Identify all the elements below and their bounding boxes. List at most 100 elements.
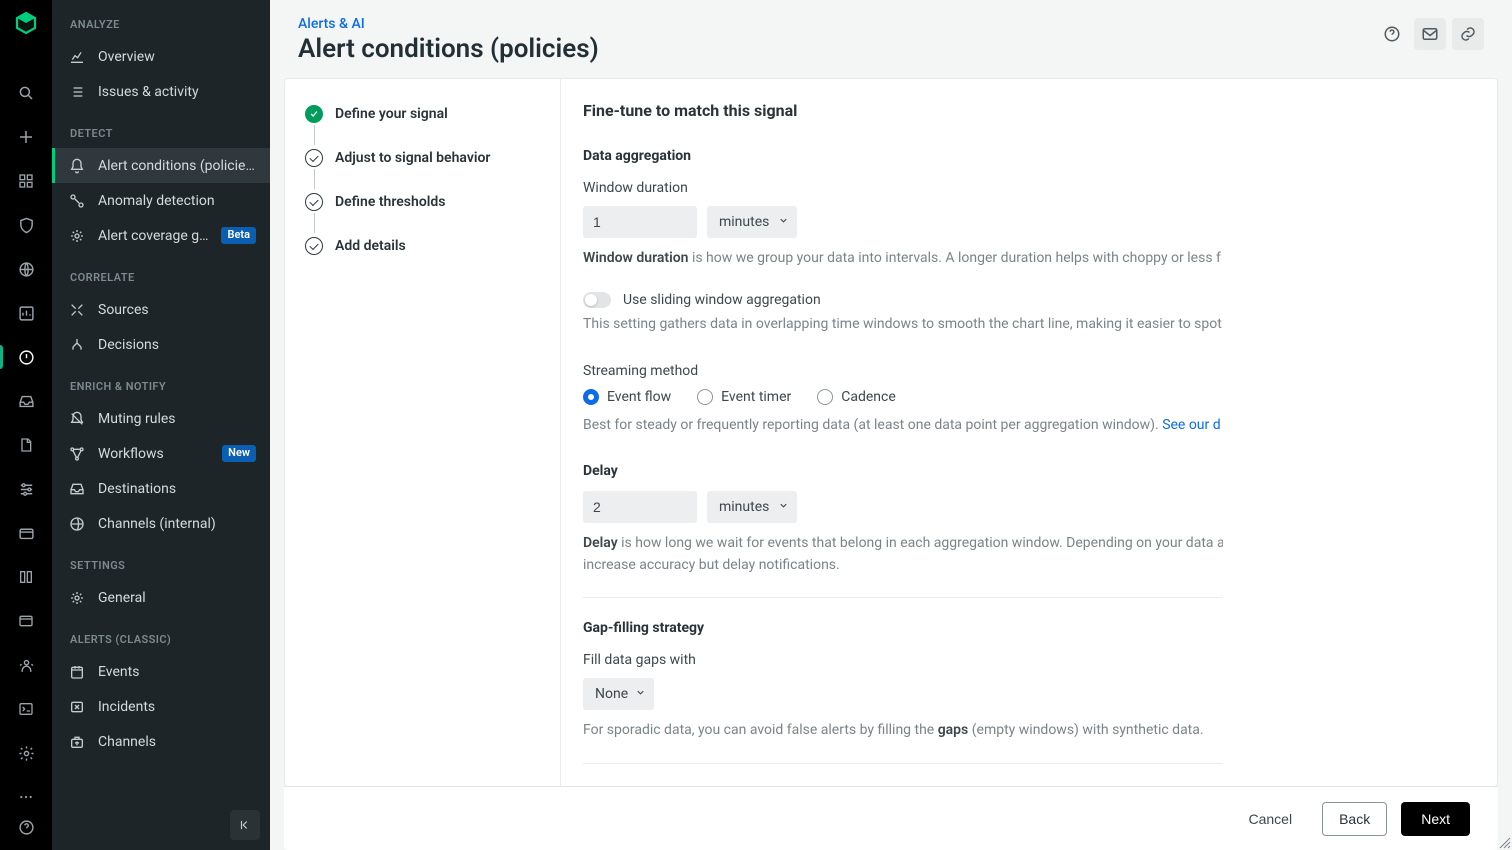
streaming-docs-link[interactable]: See our d <box>1162 417 1220 433</box>
help-streaming: Best for steady or frequently reporting … <box>583 415 1223 435</box>
nav-item-issues[interactable]: Issues & activity <box>52 74 270 109</box>
header-help-icon[interactable] <box>1376 18 1408 50</box>
nav-item-events[interactable]: Events <box>52 654 270 689</box>
new-badge: New <box>222 445 256 462</box>
more-icon[interactable] <box>8 782 44 812</box>
help-delay-2: increase accuracy but delay notification… <box>583 555 1223 575</box>
nav-section-classic: ALERTS (CLASSIC) <box>52 615 270 654</box>
nav-item-destinations[interactable]: Destinations <box>52 471 270 506</box>
global-icon-rail <box>0 0 52 850</box>
step-adjust-behavior[interactable]: Adjust to signal behavior <box>305 145 540 171</box>
label-window-duration: Window duration <box>583 180 1223 196</box>
radio-event-flow[interactable]: Event flow <box>583 389 671 405</box>
nav-section-detect: DETECT <box>52 109 270 148</box>
nav-item-alert-conditions[interactable]: Alert conditions (policies) <box>52 148 270 183</box>
wizard-steps: Define your signal Adjust to signal beha… <box>285 79 561 786</box>
nav-item-sources[interactable]: Sources <box>52 292 270 327</box>
search-icon[interactable] <box>8 78 44 108</box>
circle-check-outline-icon <box>305 237 323 255</box>
robot-icon[interactable] <box>8 650 44 680</box>
help-gap: For sporadic data, you can avoid false a… <box>583 720 1223 740</box>
nav-section-correlate: CORRELATE <box>52 253 270 292</box>
help-icon[interactable] <box>8 812 44 842</box>
workflow-icon <box>68 445 86 463</box>
form-title: Fine-tune to match this signal <box>583 101 1223 120</box>
label-fill-gaps: Fill data gaps with <box>583 652 1223 668</box>
panel-icon[interactable] <box>8 606 44 636</box>
alerts-icon[interactable] <box>8 342 44 372</box>
logo-icon[interactable] <box>8 8 44 38</box>
globe-icon <box>68 515 86 533</box>
gear-icon <box>68 589 86 607</box>
anomaly-icon <box>68 192 86 210</box>
step-define-signal[interactable]: Define your signal <box>305 101 540 127</box>
globe-icon[interactable] <box>8 254 44 284</box>
bell-icon <box>68 157 86 175</box>
inbox-icon[interactable] <box>8 386 44 416</box>
sliders-icon[interactable] <box>8 474 44 504</box>
side-navigation: ANALYZE Overview Issues & activity DETEC… <box>52 0 270 850</box>
radio-cadence[interactable]: Cadence <box>817 389 896 405</box>
plus-icon[interactable] <box>8 122 44 152</box>
gap-fill-select[interactable]: None <box>583 678 654 710</box>
section-delay: Delay <box>583 463 1223 479</box>
wizard-footer: Cancel Back Next <box>284 786 1498 850</box>
nav-item-overview[interactable]: Overview <box>52 39 270 74</box>
page-header: Alerts & AI Alert conditions (policies) <box>270 0 1512 78</box>
nav-item-coverage[interactable]: Alert coverage g…Beta <box>52 218 270 253</box>
collapse-sidenav-button[interactable] <box>230 810 260 840</box>
window-duration-input[interactable] <box>583 206 697 238</box>
help-window-duration: Window duration is how we group your dat… <box>583 248 1223 268</box>
check-circle-icon <box>305 105 323 123</box>
chevron-down-icon <box>778 214 789 230</box>
nav-item-incidents[interactable]: Incidents <box>52 689 270 724</box>
collapse-icon <box>68 301 86 319</box>
chevron-down-icon <box>778 499 789 515</box>
circle-check-outline-icon <box>305 149 323 167</box>
sliding-window-label: Use sliding window aggregation <box>623 292 821 308</box>
card-icon[interactable] <box>8 518 44 548</box>
window-duration-unit-select[interactable]: minutes <box>707 206 797 238</box>
breadcrumb[interactable]: Alerts & AI <box>298 16 599 32</box>
next-button[interactable]: Next <box>1401 802 1470 836</box>
incident-icon <box>68 698 86 716</box>
coverage-icon <box>68 227 86 245</box>
cancel-button[interactable]: Cancel <box>1232 802 1308 836</box>
export-icon <box>68 733 86 751</box>
circle-check-outline-icon <box>305 193 323 211</box>
help-sliding: This setting gathers data in overlapping… <box>583 314 1223 334</box>
sliding-window-toggle[interactable] <box>583 292 611 308</box>
nav-item-anomaly[interactable]: Anomaly detection <box>52 183 270 218</box>
delay-unit-select[interactable]: minutes <box>707 491 797 523</box>
step-add-details[interactable]: Add details <box>305 233 540 259</box>
nav-item-workflows[interactable]: WorkflowsNew <box>52 436 270 471</box>
section-data-aggregation: Data aggregation <box>583 148 1223 164</box>
delay-input[interactable] <box>583 491 697 523</box>
gear-icon[interactable] <box>8 738 44 768</box>
help-delay: Delay is how long we wait for events tha… <box>583 533 1223 553</box>
nav-item-channels[interactable]: Channels <box>52 724 270 759</box>
page-title: Alert conditions (policies) <box>298 34 599 64</box>
radio-event-timer[interactable]: Event timer <box>697 389 791 405</box>
terminal-icon[interactable] <box>8 694 44 724</box>
dashboard-icon[interactable] <box>8 298 44 328</box>
shield-icon[interactable] <box>8 210 44 240</box>
nav-section-settings: SETTINGS <box>52 541 270 580</box>
back-button[interactable]: Back <box>1322 802 1387 836</box>
branch-icon <box>68 336 86 354</box>
header-link-icon[interactable] <box>1452 18 1484 50</box>
nav-item-general[interactable]: General <box>52 580 270 615</box>
nav-item-channels-internal[interactable]: Channels (internal) <box>52 506 270 541</box>
document-icon[interactable] <box>8 430 44 460</box>
nav-section-analyze: ANALYZE <box>52 0 270 39</box>
header-mail-icon[interactable] <box>1414 18 1446 50</box>
apps-icon[interactable] <box>8 166 44 196</box>
calendar-icon <box>68 663 86 681</box>
nav-item-muting[interactable]: Muting rules <box>52 401 270 436</box>
step-define-thresholds[interactable]: Define thresholds <box>305 189 540 215</box>
columns-icon[interactable] <box>8 562 44 592</box>
list-icon <box>68 83 86 101</box>
chart-line-icon <box>68 48 86 66</box>
resize-grip-icon[interactable] <box>1498 836 1510 848</box>
nav-item-decisions[interactable]: Decisions <box>52 327 270 362</box>
